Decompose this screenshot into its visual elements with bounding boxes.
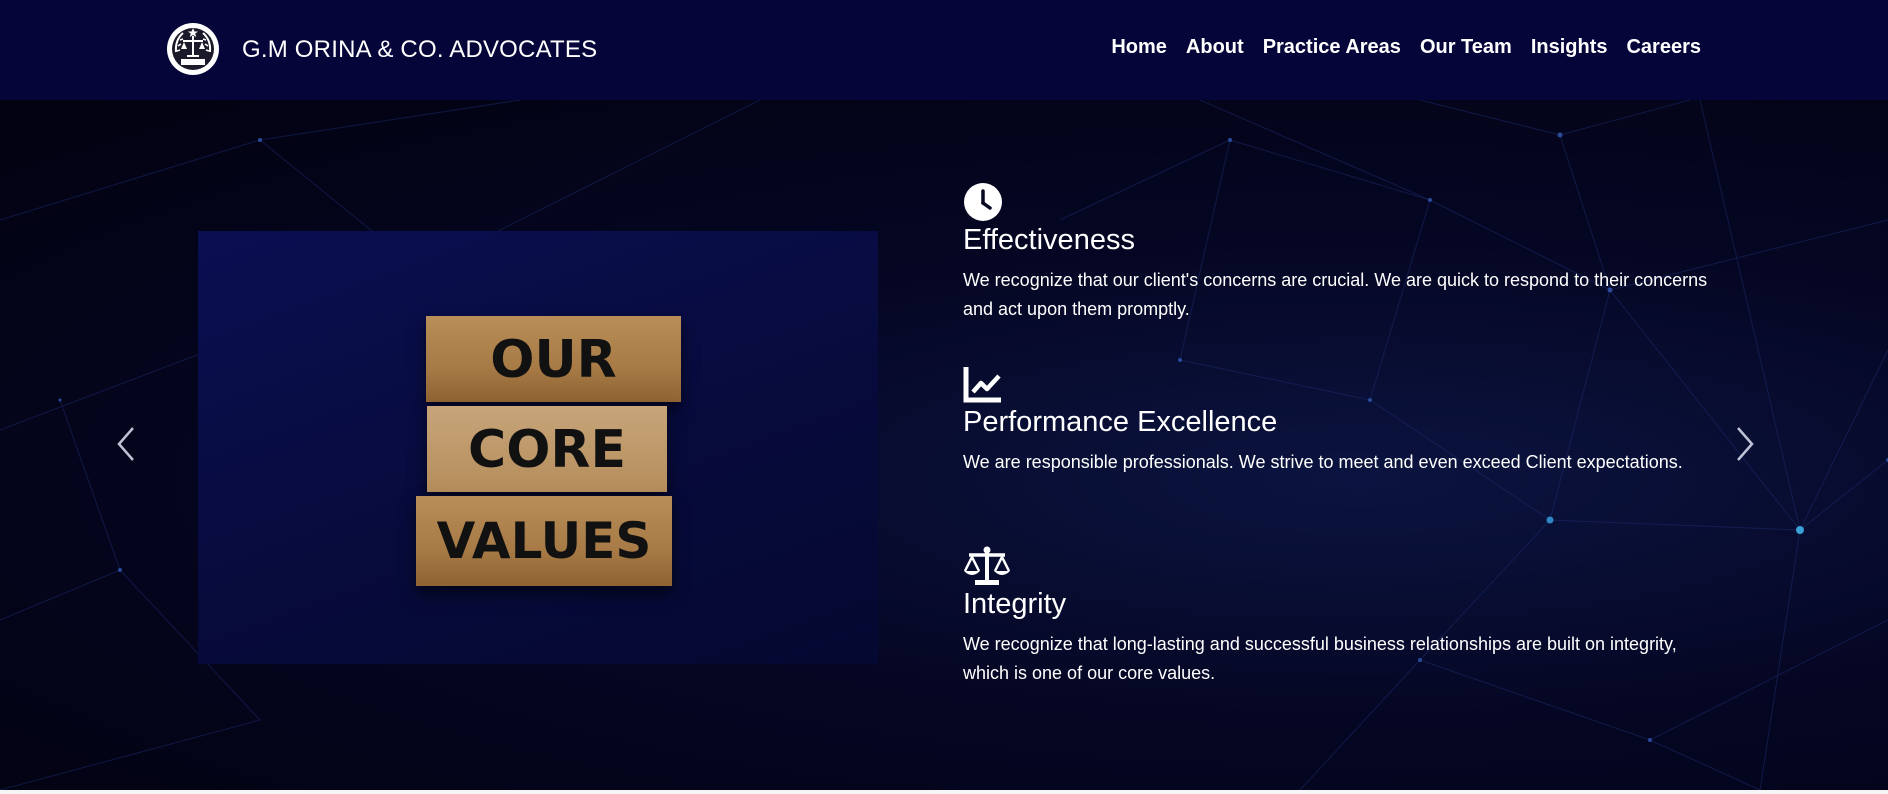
value-description: We recognize that long-lasting and succe…	[963, 634, 1677, 683]
value-description: We recognize that our client's concerns …	[963, 270, 1708, 319]
core-values-section: OUR CORE VALUES Effectiveness We recogni…	[0, 100, 1888, 790]
nav-insights[interactable]: Insights	[1531, 36, 1608, 59]
carousel-next-arrow-icon[interactable]	[1724, 422, 1764, 466]
wood-block-middle: CORE	[427, 406, 667, 492]
nav-our-team[interactable]: Our Team	[1420, 36, 1512, 59]
value-title: Integrity	[963, 588, 1067, 620]
line-chart-icon	[963, 367, 1001, 403]
nav-practice-areas[interactable]: Practice Areas	[1263, 36, 1401, 59]
value-title: Performance Excellence	[963, 406, 1278, 438]
firm-logo-icon[interactable]	[166, 22, 220, 76]
carousel-prev-arrow-icon[interactable]	[107, 422, 147, 466]
value-description: We are responsible professionals. We str…	[963, 452, 1683, 472]
wood-block-bottom: VALUES	[416, 496, 672, 586]
nav-careers[interactable]: Careers	[1626, 36, 1701, 59]
word-our: OUR	[490, 330, 617, 390]
scales-icon	[963, 546, 1011, 585]
value-title: Effectiveness	[963, 224, 1135, 256]
word-values: VALUES	[436, 512, 652, 570]
firm-name[interactable]: G.M ORINA & CO. ADVOCATES	[242, 36, 597, 64]
word-core: CORE	[468, 420, 626, 480]
value-performance-excellence: Performance Excellence We are responsibl…	[963, 364, 1723, 477]
main-nav: Home About Practice Areas Our Team Insig…	[1111, 36, 1701, 59]
nav-about[interactable]: About	[1186, 36, 1244, 59]
value-integrity: Integrity We recognize that long-lasting…	[963, 546, 1723, 688]
value-effectiveness: Effectiveness We recognize that our clie…	[963, 182, 1723, 324]
core-values-image: OUR CORE VALUES	[198, 231, 878, 664]
clock-icon	[964, 183, 1002, 221]
site-header: G.M ORINA & CO. ADVOCATES Home About Pra…	[0, 0, 1888, 100]
wood-block-top: OUR	[426, 316, 681, 402]
page-divider	[0, 790, 1888, 794]
nav-home[interactable]: Home	[1111, 36, 1167, 59]
